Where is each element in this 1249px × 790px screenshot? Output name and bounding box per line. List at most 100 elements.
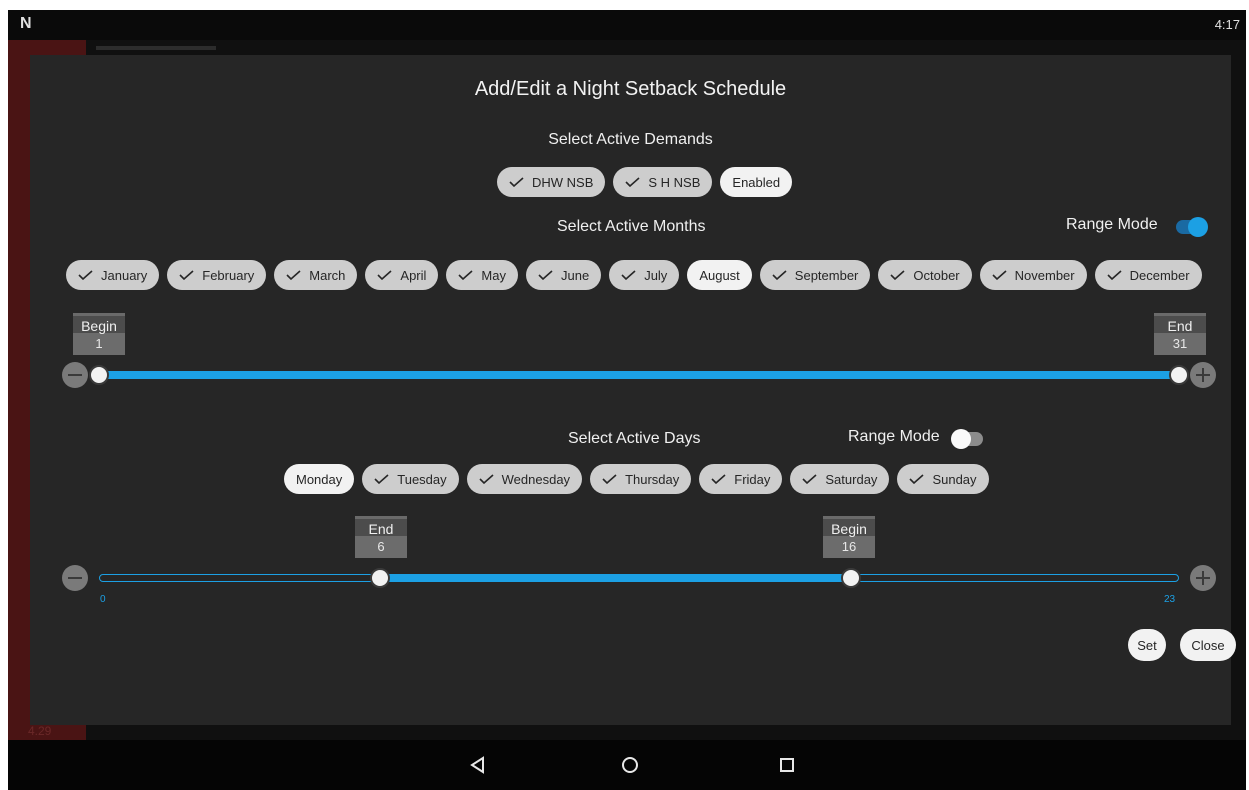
background-value: 4.29 xyxy=(28,724,52,738)
month-chip-november[interactable]: November xyxy=(979,260,1087,290)
chip-label: November xyxy=(1014,267,1075,283)
chip-label: Thursday xyxy=(625,471,680,487)
check-icon xyxy=(479,474,494,484)
chip-label: October xyxy=(913,267,960,283)
months-heading: Select Active Months xyxy=(557,218,706,235)
month-chip-june[interactable]: June xyxy=(525,260,602,290)
day-decrement-button[interactable] xyxy=(62,565,88,591)
check-icon xyxy=(621,270,636,280)
month-chip-october[interactable]: October xyxy=(878,260,972,290)
month-decrement-button[interactable] xyxy=(62,362,88,388)
day-chip-tuesday[interactable]: Tuesday xyxy=(362,464,459,494)
month-chip-may[interactable]: May xyxy=(446,260,518,290)
chip-label: Saturday xyxy=(825,471,878,487)
check-icon xyxy=(509,177,524,187)
chip-label: March xyxy=(309,267,346,283)
month-chip-september[interactable]: September xyxy=(759,260,871,290)
day-chip-monday[interactable]: Monday xyxy=(284,464,355,494)
marker-label: End xyxy=(1154,313,1206,334)
marker-value: 6 xyxy=(355,536,407,558)
device-screen: N 4:17 4.29 Add/Edit a Night Setback Sch… xyxy=(8,10,1246,790)
month-chip-april[interactable]: April xyxy=(365,260,439,290)
month-chip-january[interactable]: January xyxy=(66,260,160,290)
dialog-title: Add/Edit a Night Setback Schedule xyxy=(474,78,787,100)
marker-value: 1 xyxy=(73,333,125,355)
background-tab-strip xyxy=(96,46,216,50)
day-chip-thursday[interactable]: Thursday xyxy=(590,464,692,494)
chip-label: Monday xyxy=(296,471,343,487)
chip-label: Sunday xyxy=(932,471,977,487)
recents-square-icon[interactable] xyxy=(772,750,802,780)
days-heading: Select Active Days xyxy=(568,430,701,447)
marker-label: End xyxy=(355,516,407,537)
marker-label: Begin xyxy=(73,313,125,334)
marker-label: Begin xyxy=(823,516,875,537)
month-increment-button[interactable] xyxy=(1190,362,1216,388)
day-chip-sunday[interactable]: Sunday xyxy=(897,464,989,494)
chip-label: April xyxy=(400,267,427,283)
demands-heading: Select Active Demands xyxy=(548,131,713,148)
check-icon xyxy=(458,270,473,280)
day-chip-friday[interactable]: Friday xyxy=(699,464,783,494)
check-icon xyxy=(802,474,817,484)
check-icon xyxy=(538,270,553,280)
month-slider-track[interactable] xyxy=(99,371,1179,379)
close-button[interactable]: Close xyxy=(1180,629,1236,661)
check-icon xyxy=(890,270,905,280)
chip-label: February xyxy=(202,267,255,283)
toggle-knob xyxy=(951,429,971,449)
day-slider-min-label: 0 xyxy=(100,594,106,605)
marker-value: 16 xyxy=(823,536,875,558)
months-range-mode-toggle[interactable] xyxy=(1176,217,1208,237)
home-circle-icon[interactable] xyxy=(615,750,645,780)
day-increment-button[interactable] xyxy=(1190,565,1216,591)
marker-value: 31 xyxy=(1154,333,1206,355)
chip-label: Tuesday xyxy=(397,471,447,487)
chip-label: June xyxy=(560,267,590,283)
status-bar: N 4:17 xyxy=(8,10,1246,40)
chip-label: July xyxy=(644,267,668,283)
month-chip-march[interactable]: March xyxy=(274,260,358,290)
month-chip-july[interactable]: July xyxy=(609,260,680,290)
check-icon xyxy=(286,270,301,280)
day-slider-active-range xyxy=(381,574,851,582)
set-button[interactable]: Set xyxy=(1128,629,1166,661)
check-icon xyxy=(992,270,1007,280)
day-slider-end-thumb[interactable] xyxy=(370,568,390,588)
month-begin-marker: Begin 1 xyxy=(73,313,125,355)
month-slider-end-thumb[interactable] xyxy=(1169,365,1189,385)
chip-label: Friday xyxy=(734,471,771,487)
month-chip-february[interactable]: February xyxy=(167,260,267,290)
day-slider-begin-thumb[interactable] xyxy=(841,568,861,588)
night-setback-dialog: Add/Edit a Night Setback Schedule Select… xyxy=(30,55,1236,725)
month-chip-august[interactable]: August xyxy=(687,260,752,290)
chip-label: August xyxy=(699,267,740,283)
check-icon xyxy=(1107,270,1122,280)
months-chip-row: January February March April May June July Augu… xyxy=(66,260,1202,290)
demand-chip-dhw-nsb[interactable]: DHW NSB xyxy=(497,167,606,197)
month-chip-december[interactable]: December xyxy=(1094,260,1202,290)
check-icon xyxy=(909,474,924,484)
chip-label: Enabled xyxy=(732,174,781,190)
check-icon xyxy=(374,474,389,484)
navigation-bar xyxy=(8,740,1246,790)
check-icon xyxy=(711,474,726,484)
app-logo-icon: N xyxy=(20,15,32,32)
check-icon xyxy=(78,270,93,280)
month-slider-begin-thumb[interactable] xyxy=(89,365,109,385)
days-range-mode-toggle[interactable] xyxy=(951,429,983,449)
chip-label: DHW NSB xyxy=(532,174,594,190)
day-chip-saturday[interactable]: Saturday xyxy=(790,464,890,494)
month-end-marker: End 31 xyxy=(1154,313,1206,355)
day-begin-marker: Begin 16 xyxy=(823,516,875,558)
chip-label: Wednesday xyxy=(501,471,571,487)
check-icon xyxy=(179,270,194,280)
toggle-knob xyxy=(1188,217,1208,237)
day-chip-wednesday[interactable]: Wednesday xyxy=(466,464,583,494)
demand-chip-enabled[interactable]: Enabled xyxy=(720,167,793,197)
demand-chip-s-h-nsb[interactable]: S H NSB xyxy=(613,167,713,197)
chip-label: May xyxy=(481,267,506,283)
check-icon xyxy=(602,474,617,484)
back-triangle-icon[interactable] xyxy=(463,750,493,780)
check-icon xyxy=(772,270,787,280)
